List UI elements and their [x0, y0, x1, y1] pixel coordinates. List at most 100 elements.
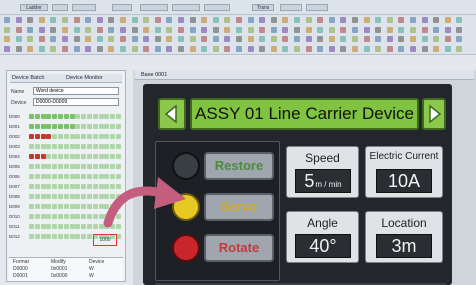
grid-cell[interactable]: [92, 154, 98, 159]
toolbar-icon[interactable]: [224, 45, 231, 52]
toolbar-icon[interactable]: [375, 45, 382, 52]
grid-cell[interactable]: [52, 194, 58, 199]
toolbar-icon[interactable]: [96, 36, 103, 42]
grid-cell[interactable]: [34, 234, 40, 239]
grid-cell[interactable]: [46, 144, 52, 149]
grid-cell[interactable]: [52, 174, 58, 179]
grid-cell[interactable]: [81, 114, 87, 119]
toolbar-icon[interactable]: [421, 17, 428, 23]
toolbar-icon[interactable]: [27, 17, 34, 23]
grid-cell[interactable]: [29, 234, 34, 239]
toolbar-icon[interactable]: [386, 36, 393, 42]
grid-cell[interactable]: [58, 134, 63, 139]
grid-cell[interactable]: [110, 114, 116, 119]
toolbar-icon[interactable]: [189, 45, 196, 52]
toolbar-icon[interactable]: [433, 17, 440, 23]
grid-cell[interactable]: [58, 164, 63, 169]
grid-cell[interactable]: [75, 144, 81, 149]
grid-cell[interactable]: [69, 144, 75, 149]
toolbar-icon[interactable]: [201, 17, 208, 23]
toolbar-icon[interactable]: [212, 45, 219, 52]
grid-cell[interactable]: [104, 154, 110, 159]
toolbar-icon[interactable]: [363, 17, 370, 23]
grid-cell[interactable]: [92, 184, 98, 189]
grid-cell[interactable]: [52, 204, 58, 209]
grid-cell[interactable]: [63, 194, 69, 199]
toolbar-icon[interactable]: [27, 36, 34, 42]
toolbar-icon[interactable]: [340, 45, 347, 52]
grid-cell[interactable]: [92, 164, 98, 169]
toolbar-icon[interactable]: [305, 36, 312, 42]
grid-cell[interactable]: [87, 164, 92, 169]
grid-cell[interactable]: [75, 194, 81, 199]
toolbar-icon[interactable]: [62, 45, 68, 52]
grid-cell[interactable]: [63, 124, 69, 129]
toolbar-button[interactable]: [140, 4, 168, 11]
grid-cell[interactable]: [58, 204, 63, 209]
grid-cell[interactable]: [92, 144, 98, 149]
toolbar-icon[interactable]: [27, 45, 34, 52]
toolbar-button[interactable]: [280, 4, 302, 11]
toolbar-icon[interactable]: [386, 17, 393, 23]
grid-cell[interactable]: [63, 144, 69, 149]
grid-cell[interactable]: [34, 134, 40, 139]
grid-cell[interactable]: [52, 134, 58, 139]
grid-cell[interactable]: [46, 234, 52, 239]
grid-cell[interactable]: [46, 224, 52, 229]
toolbar-icon[interactable]: [386, 26, 393, 33]
rotate-button[interactable]: Rotate: [204, 234, 274, 262]
toolbar-icon[interactable]: [27, 26, 34, 33]
toolbar-icon[interactable]: [433, 45, 440, 52]
grid-cell[interactable]: [69, 154, 75, 159]
grid-cell[interactable]: [58, 144, 63, 149]
grid-cell[interactable]: [63, 224, 69, 229]
toolbar-icon[interactable]: [340, 36, 347, 42]
toolbar-icon[interactable]: [410, 26, 416, 33]
grid-cell[interactable]: [29, 224, 34, 229]
toolbar-button[interactable]: [204, 4, 230, 11]
grid-cell[interactable]: [116, 124, 121, 129]
grid-cell[interactable]: [34, 204, 40, 209]
toolbar-icon[interactable]: [270, 36, 277, 42]
grid-cell[interactable]: [104, 114, 110, 119]
grid-cell[interactable]: [116, 114, 121, 119]
grid-cell[interactable]: [87, 234, 92, 239]
toolbar-icon[interactable]: [421, 26, 428, 33]
toolbar-icon[interactable]: [444, 26, 451, 33]
grid-cell[interactable]: [40, 114, 46, 119]
grid-cell[interactable]: [34, 194, 40, 199]
toolbar-icon[interactable]: [178, 26, 184, 33]
toolbar-icon[interactable]: [50, 45, 57, 52]
grid-cell[interactable]: [104, 134, 110, 139]
canvas-tab[interactable]: Base 0001: [141, 72, 167, 78]
grid-cell[interactable]: [58, 224, 63, 229]
grid-cell[interactable]: [98, 124, 104, 129]
toolbar-icon[interactable]: [73, 45, 80, 52]
toolbar-icon[interactable]: [398, 45, 405, 52]
grid-cell[interactable]: [87, 124, 92, 129]
toolbar-icon[interactable]: [85, 17, 92, 23]
toolbar-icon[interactable]: [73, 26, 80, 33]
toolbar-icon[interactable]: [224, 36, 231, 42]
toolbar-icon[interactable]: [143, 36, 150, 42]
toolbar-icon[interactable]: [236, 36, 242, 42]
grid-cell[interactable]: [29, 164, 34, 169]
grid-cell[interactable]: [58, 124, 63, 129]
grid-cell[interactable]: [69, 224, 75, 229]
toolbar-icon[interactable]: [398, 26, 405, 33]
grid-cell[interactable]: [110, 144, 116, 149]
grid-cell[interactable]: [92, 124, 98, 129]
toolbar-icon[interactable]: [317, 36, 324, 42]
toolbar-icon[interactable]: [73, 17, 80, 23]
toolbar-icon[interactable]: [236, 26, 242, 33]
toolbar-icon[interactable]: [352, 17, 358, 23]
toolbar-button[interactable]: [72, 4, 96, 11]
toolbar-icon[interactable]: [15, 36, 22, 42]
name-select[interactable]: Word device: [33, 87, 119, 95]
toolbar-icon[interactable]: [131, 17, 138, 23]
toolbar-icon[interactable]: [154, 45, 161, 52]
grid-cell[interactable]: [81, 224, 87, 229]
grid-cell[interactable]: [29, 184, 34, 189]
grid-cell[interactable]: [40, 124, 46, 129]
toolbar-icon[interactable]: [108, 45, 115, 52]
